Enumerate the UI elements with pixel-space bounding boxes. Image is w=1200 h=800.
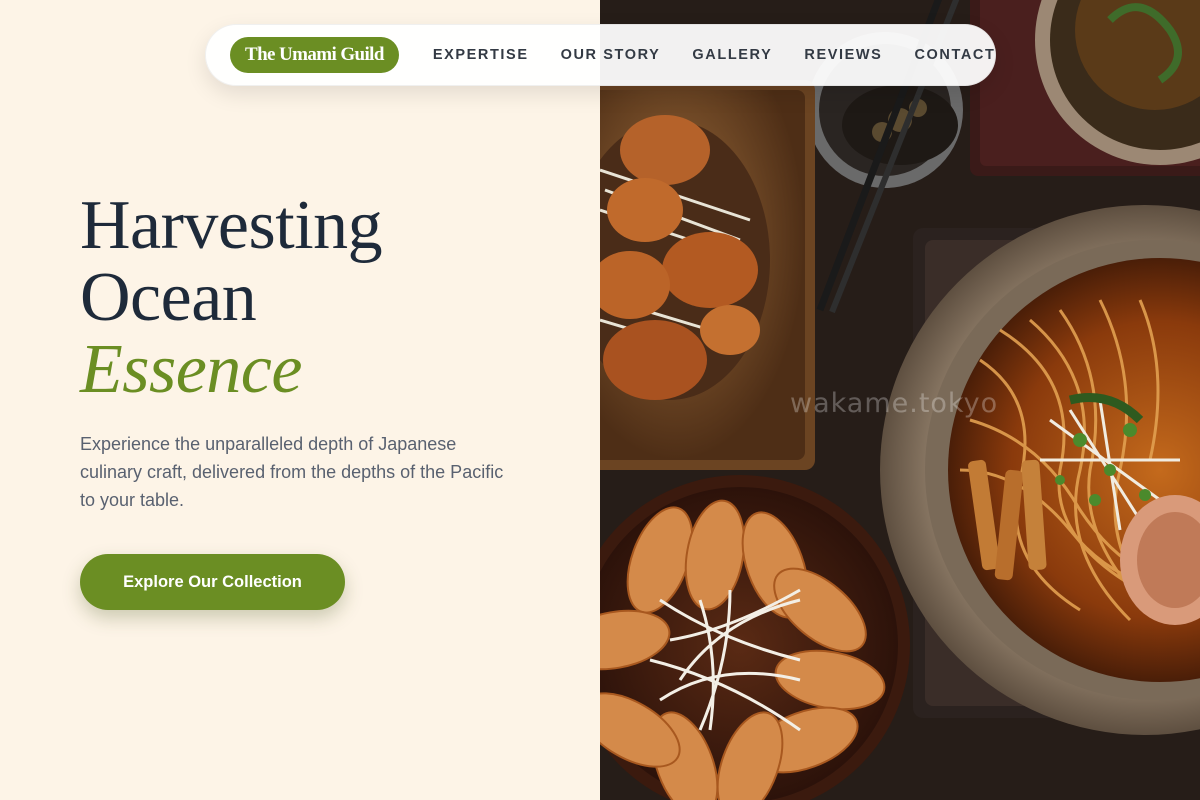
hero-title-line-1: Harvesting bbox=[80, 187, 383, 264]
nav-link-our-story[interactable]: OUR STORY bbox=[545, 47, 677, 63]
hero-description: Experience the unparalleled depth of Jap… bbox=[80, 434, 504, 510]
photo-watermark: wakame.tokyo bbox=[790, 388, 999, 419]
nav-link-reviews[interactable]: REVIEWS bbox=[788, 47, 898, 63]
hero-title-line-2: Ocean bbox=[80, 259, 257, 336]
explore-collection-button[interactable]: Explore Our Collection bbox=[80, 554, 345, 610]
nav-link-expertise[interactable]: EXPERTISE bbox=[417, 47, 545, 63]
hero-title-accent: Essence bbox=[80, 331, 302, 408]
top-navigation: The Umami Guild EXPERTISE OUR STORY GALL… bbox=[205, 24, 996, 86]
nav-link-gallery[interactable]: GALLERY bbox=[676, 47, 788, 63]
hero-title: Harvesting Ocean Essence bbox=[80, 190, 580, 406]
brand-logo[interactable]: The Umami Guild bbox=[230, 37, 399, 73]
nav-link-contact[interactable]: CONTACT bbox=[898, 47, 1011, 63]
nav-links: EXPERTISE OUR STORY GALLERY REVIEWS CONT… bbox=[417, 47, 1012, 63]
hero-food-photo: wakame.tokyo bbox=[600, 0, 1200, 800]
